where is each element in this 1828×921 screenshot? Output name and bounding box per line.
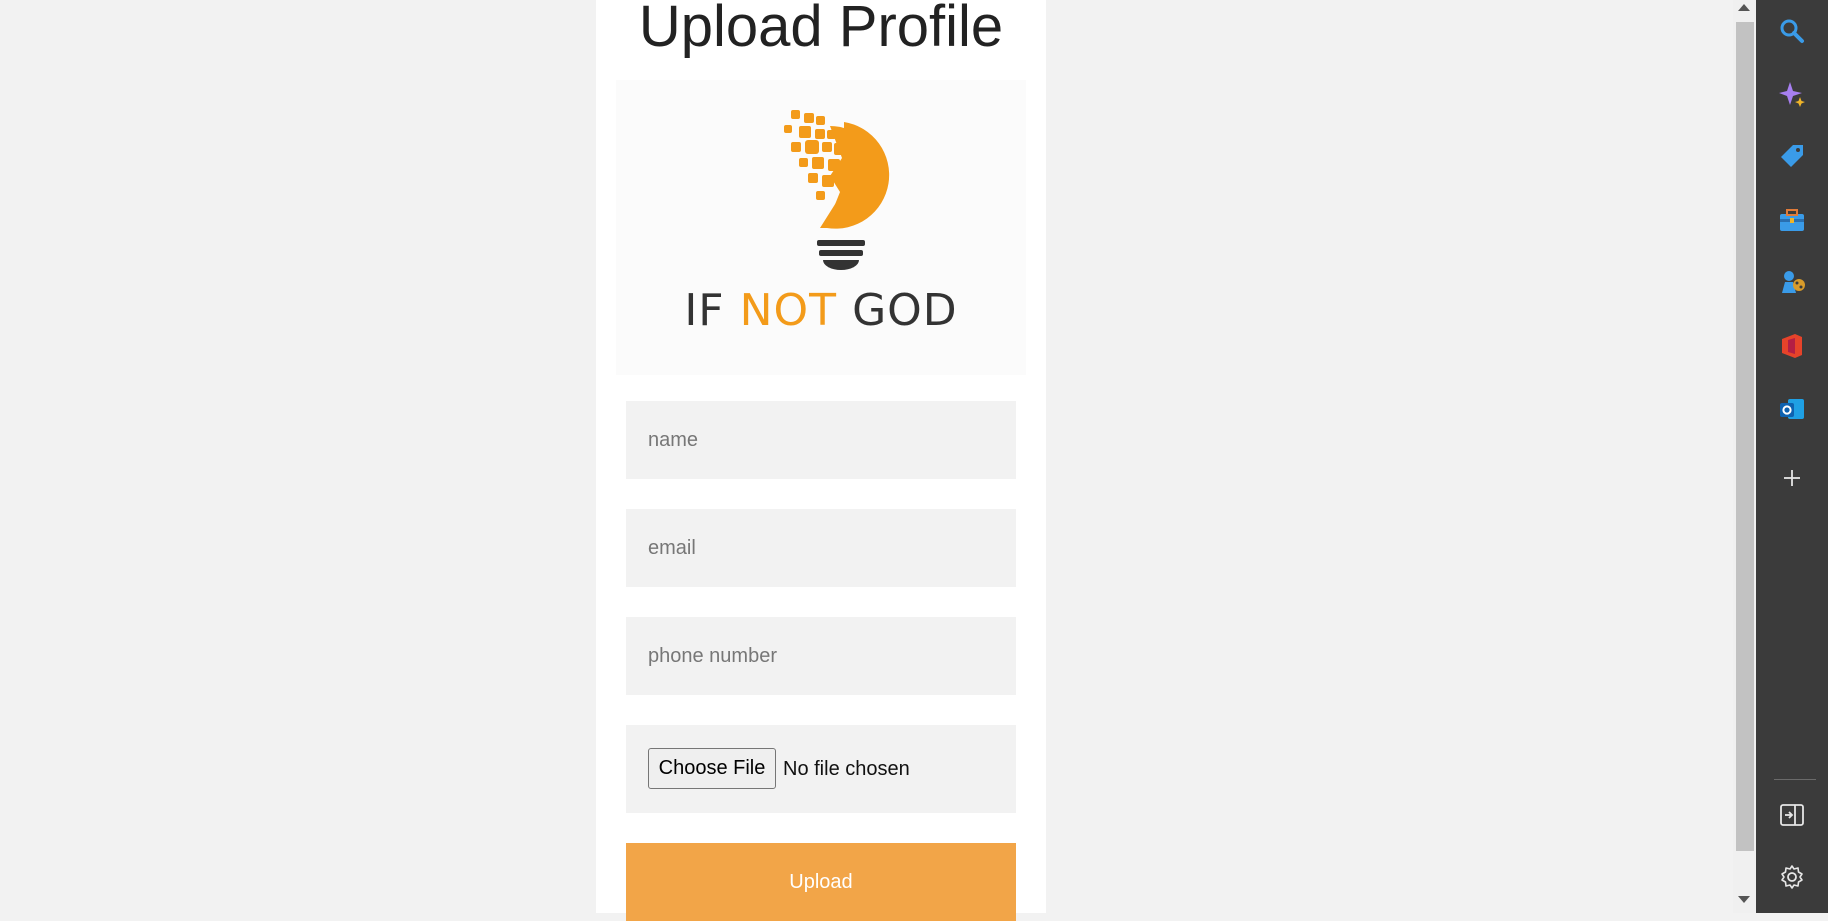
logo-wordmark: IF NOT GOD [616, 285, 1026, 336]
scroll-up-arrow-icon[interactable] [1738, 4, 1750, 11]
scrollbar-thumb[interactable] [1736, 22, 1754, 851]
page-viewport: Upload Profile IF NOT GOD name email pho… [0, 0, 1733, 921]
logo-word-god: GOD [852, 285, 958, 336]
email-input[interactable] [626, 509, 1016, 587]
brand-logo: IF NOT GOD [616, 80, 1026, 375]
vertical-scrollbar[interactable] [1733, 0, 1756, 913]
add-icon[interactable] [1778, 464, 1806, 492]
sidebar-divider [1774, 779, 1816, 780]
search-icon[interactable] [1778, 17, 1806, 45]
upload-button[interactable]: Upload [626, 843, 1016, 921]
settings-gear-icon[interactable] [1778, 863, 1806, 891]
phone-number-input[interactable] [626, 617, 1016, 695]
scroll-down-arrow-icon[interactable] [1738, 896, 1750, 903]
file-status-text: No file chosen [783, 758, 910, 780]
name-input[interactable] [626, 401, 1016, 479]
choose-file-button[interactable]: Choose File [648, 748, 776, 789]
file-input: Choose File No file chosen [626, 725, 1016, 813]
games-icon[interactable] [1778, 268, 1806, 296]
tools-briefcase-icon[interactable] [1778, 206, 1806, 234]
logo-word-not: NOT [739, 285, 838, 336]
office-icon[interactable] [1778, 332, 1806, 360]
shopping-tag-icon[interactable] [1778, 142, 1806, 170]
upload-card: Upload Profile IF NOT GOD name email pho… [596, 0, 1046, 921]
copilot-sparkle-icon[interactable] [1778, 80, 1806, 108]
page-title: Upload Profile [638, 0, 1004, 59]
logo-word-if: IF [684, 285, 725, 336]
lightbulb-logo-icon [784, 110, 890, 270]
hide-sidebar-icon[interactable] [1778, 801, 1806, 829]
browser-sidebar [1756, 0, 1828, 913]
outlook-icon[interactable] [1778, 396, 1806, 424]
